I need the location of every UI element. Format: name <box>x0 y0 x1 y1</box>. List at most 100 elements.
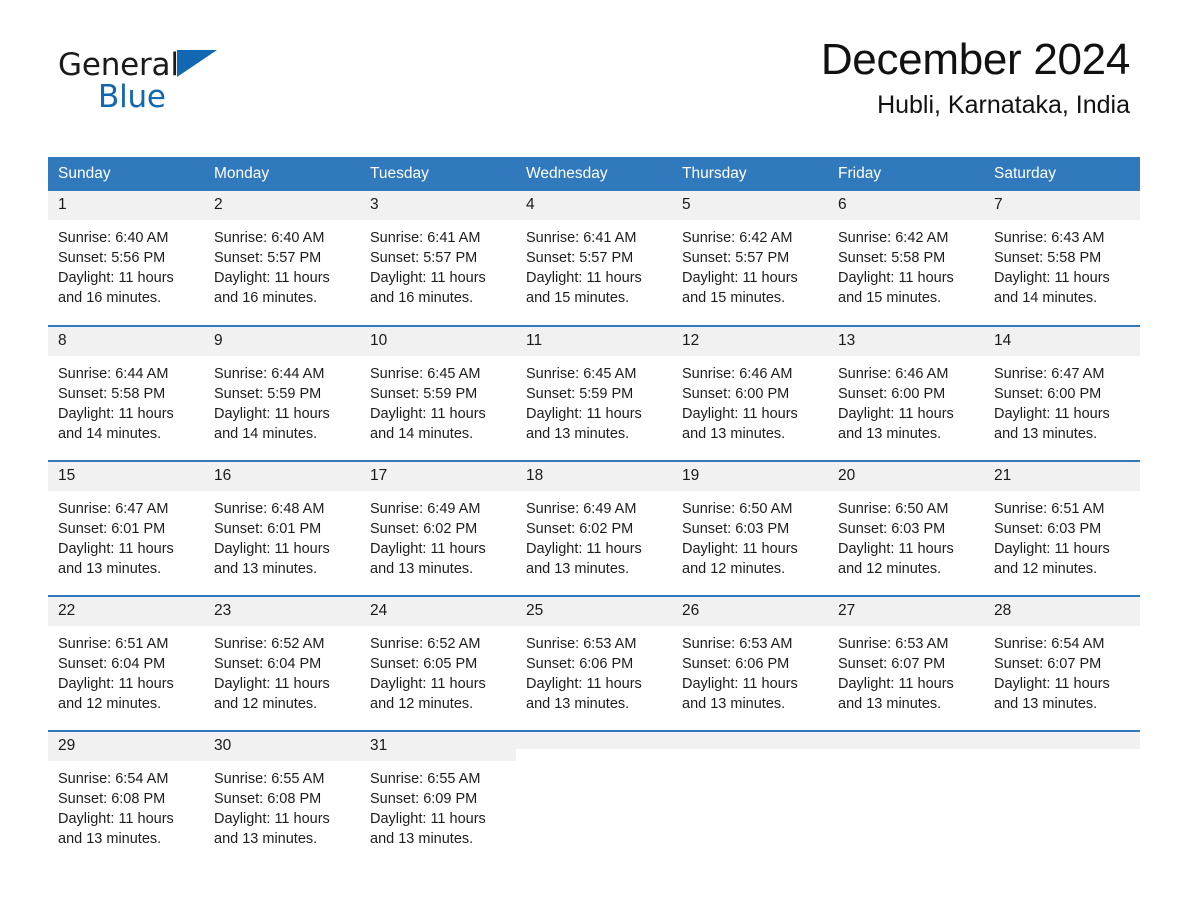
day-number: 23 <box>204 597 360 627</box>
sunrise-text: Sunrise: 6:43 AM <box>994 230 1105 247</box>
calendar-day-cell-empty <box>984 730 1140 866</box>
daylight-text: Daylight: 11 hours and 13 minutes. <box>370 541 486 578</box>
location-subtitle: Hubli, Karnataka, India <box>877 91 1130 120</box>
calendar-day-cell[interactable]: 18 Sunrise: 6:49 AM Sunset: 6:02 PM Dayligh… <box>516 460 672 596</box>
calendar-weekday-header: Sunday Monday Tuesday Wednesday Thursday… <box>48 157 1140 191</box>
sunset-text: Sunset: 6:02 PM <box>370 521 478 538</box>
sunset-text: Sunset: 5:57 PM <box>526 250 634 267</box>
calendar-day-cell[interactable]: 23 Sunrise: 6:52 AM Sunset: 6:04 PM Dayligh… <box>204 595 360 731</box>
calendar-day-cell[interactable]: 31 Sunrise: 6:55 AM Sunset: 6:09 PM Dayligh… <box>360 730 516 866</box>
calendar-day-cell[interactable]: 12 Sunrise: 6:46 AM Sunset: 6:00 PM Dayligh… <box>672 325 828 461</box>
daylight-text: Daylight: 11 hours and 15 minutes. <box>526 270 642 307</box>
calendar-day-cell[interactable]: 21 Sunrise: 6:51 AM Sunset: 6:03 PM Dayligh… <box>984 460 1140 596</box>
day-details: Sunrise: 6:44 AM Sunset: 5:58 PM Daylight:… <box>48 356 204 444</box>
calendar-day-cell[interactable]: 13 Sunrise: 6:46 AM Sunset: 6:00 PM Dayligh… <box>828 325 984 461</box>
sunrise-text: Sunrise: 6:53 AM <box>682 636 793 653</box>
day-number: 13 <box>828 327 984 357</box>
sunset-text: Sunset: 5:59 PM <box>370 386 478 403</box>
sunset-text: Sunset: 5:58 PM <box>994 250 1102 267</box>
day-number <box>828 732 984 749</box>
calendar-day-cell-empty <box>828 730 984 866</box>
sunrise-text: Sunrise: 6:51 AM <box>994 501 1105 518</box>
calendar-day-cell[interactable]: 3 Sunrise: 6:41 AM Sunset: 5:57 PM Daylight… <box>360 191 516 326</box>
daylight-text: Daylight: 11 hours and 14 minutes. <box>58 406 174 443</box>
day-number: 15 <box>48 462 204 492</box>
day-number <box>516 732 672 749</box>
logo-text-general: General <box>58 50 217 81</box>
sunset-text: Sunset: 5:58 PM <box>838 250 946 267</box>
day-number: 28 <box>984 597 1140 627</box>
sunset-text: Sunset: 6:01 PM <box>58 521 166 538</box>
calendar-day-cell[interactable]: 11 Sunrise: 6:45 AM Sunset: 5:59 PM Dayligh… <box>516 325 672 461</box>
sunrise-text: Sunrise: 6:54 AM <box>994 636 1105 653</box>
sunset-text: Sunset: 6:04 PM <box>214 656 322 673</box>
calendar-day-cell[interactable]: 10 Sunrise: 6:45 AM Sunset: 5:59 PM Dayligh… <box>360 325 516 461</box>
calendar-day-cell[interactable]: 1 Sunrise: 6:40 AM Sunset: 5:56 PM Daylight… <box>48 191 204 326</box>
calendar-day-cell[interactable]: 14 Sunrise: 6:47 AM Sunset: 6:00 PM Dayligh… <box>984 325 1140 461</box>
calendar-day-cell[interactable]: 30 Sunrise: 6:55 AM Sunset: 6:08 PM Dayligh… <box>204 730 360 866</box>
daylight-text: Daylight: 11 hours and 12 minutes. <box>682 541 798 578</box>
day-number: 10 <box>360 327 516 357</box>
calendar-day-cell[interactable]: 15 Sunrise: 6:47 AM Sunset: 6:01 PM Dayligh… <box>48 460 204 596</box>
calendar-day-cell[interactable]: 26 Sunrise: 6:53 AM Sunset: 6:06 PM Dayligh… <box>672 595 828 731</box>
day-details: Sunrise: 6:49 AM Sunset: 6:02 PM Daylight:… <box>360 491 516 579</box>
calendar-day-cell[interactable]: 2 Sunrise: 6:40 AM Sunset: 5:57 PM Daylight… <box>204 191 360 326</box>
logo-text-blue: Blue <box>98 79 166 115</box>
day-details: Sunrise: 6:47 AM Sunset: 6:01 PM Daylight:… <box>48 491 204 579</box>
day-number <box>672 732 828 749</box>
calendar-day-cell[interactable]: 22 Sunrise: 6:51 AM Sunset: 6:04 PM Dayligh… <box>48 595 204 731</box>
title-block: December 2024 Hubli, Karnataka, India <box>821 35 1130 120</box>
sunrise-text: Sunrise: 6:40 AM <box>214 230 325 247</box>
day-number: 16 <box>204 462 360 492</box>
day-details: Sunrise: 6:43 AM Sunset: 5:58 PM Daylight:… <box>984 220 1140 308</box>
calendar-page: General Blue December 2024 Hubli, Karnat… <box>0 0 1188 918</box>
calendar-day-cell[interactable]: 25 Sunrise: 6:53 AM Sunset: 6:06 PM Dayligh… <box>516 595 672 731</box>
day-details: Sunrise: 6:53 AM Sunset: 6:06 PM Daylight:… <box>672 626 828 714</box>
calendar-day-cell[interactable]: 4 Sunrise: 6:41 AM Sunset: 5:57 PM Daylight… <box>516 191 672 326</box>
daylight-text: Daylight: 11 hours and 13 minutes. <box>994 676 1110 713</box>
weekday-header-tuesday: Tuesday <box>360 157 516 191</box>
weekday-header-saturday: Saturday <box>984 157 1140 191</box>
calendar-day-cell[interactable]: 19 Sunrise: 6:50 AM Sunset: 6:03 PM Dayligh… <box>672 460 828 596</box>
calendar-week-row: 15 Sunrise: 6:47 AM Sunset: 6:01 PM Dayligh… <box>48 460 1140 596</box>
calendar-day-cell[interactable]: 29 Sunrise: 6:54 AM Sunset: 6:08 PM Dayligh… <box>48 730 204 866</box>
calendar-day-cell[interactable]: 17 Sunrise: 6:49 AM Sunset: 6:02 PM Dayligh… <box>360 460 516 596</box>
general-blue-logo[interactable]: General Blue <box>58 50 217 113</box>
calendar-day-cell[interactable]: 24 Sunrise: 6:52 AM Sunset: 6:05 PM Dayligh… <box>360 595 516 731</box>
calendar-day-cell[interactable]: 27 Sunrise: 6:53 AM Sunset: 6:07 PM Dayligh… <box>828 595 984 731</box>
day-details: Sunrise: 6:54 AM Sunset: 6:07 PM Daylight:… <box>984 626 1140 714</box>
day-details: Sunrise: 6:45 AM Sunset: 5:59 PM Daylight:… <box>516 356 672 444</box>
calendar-day-cell[interactable]: 16 Sunrise: 6:48 AM Sunset: 6:01 PM Dayligh… <box>204 460 360 596</box>
day-details: Sunrise: 6:53 AM Sunset: 6:06 PM Daylight:… <box>516 626 672 714</box>
calendar-week-row: 8 Sunrise: 6:44 AM Sunset: 5:58 PM Daylight… <box>48 325 1140 461</box>
sunrise-text: Sunrise: 6:45 AM <box>370 366 481 383</box>
sunset-text: Sunset: 6:07 PM <box>838 656 946 673</box>
sunrise-text: Sunrise: 6:52 AM <box>370 636 481 653</box>
day-details: Sunrise: 6:44 AM Sunset: 5:59 PM Daylight:… <box>204 356 360 444</box>
day-number: 31 <box>360 732 516 762</box>
daylight-text: Daylight: 11 hours and 14 minutes. <box>214 406 330 443</box>
sunset-text: Sunset: 6:03 PM <box>838 521 946 538</box>
daylight-text: Daylight: 11 hours and 16 minutes. <box>214 270 330 307</box>
calendar-day-cell[interactable]: 5 Sunrise: 6:42 AM Sunset: 5:57 PM Daylight… <box>672 191 828 326</box>
calendar-day-cell[interactable]: 6 Sunrise: 6:42 AM Sunset: 5:58 PM Daylight… <box>828 191 984 326</box>
sunset-text: Sunset: 6:00 PM <box>994 386 1102 403</box>
calendar-day-cell[interactable]: 28 Sunrise: 6:54 AM Sunset: 6:07 PM Dayligh… <box>984 595 1140 731</box>
sunrise-text: Sunrise: 6:46 AM <box>838 366 949 383</box>
day-number: 17 <box>360 462 516 492</box>
sunrise-text: Sunrise: 6:55 AM <box>370 771 481 788</box>
calendar-day-cell[interactable]: 8 Sunrise: 6:44 AM Sunset: 5:58 PM Daylight… <box>48 325 204 461</box>
calendar-day-cell[interactable]: 9 Sunrise: 6:44 AM Sunset: 5:59 PM Daylight… <box>204 325 360 461</box>
calendar-day-cell[interactable]: 20 Sunrise: 6:50 AM Sunset: 6:03 PM Dayligh… <box>828 460 984 596</box>
calendar-day-cell-empty <box>672 730 828 866</box>
day-details: Sunrise: 6:55 AM Sunset: 6:08 PM Daylight:… <box>204 761 360 849</box>
daylight-text: Daylight: 11 hours and 13 minutes. <box>58 541 174 578</box>
day-details: Sunrise: 6:42 AM Sunset: 5:57 PM Daylight:… <box>672 220 828 308</box>
sunset-text: Sunset: 5:57 PM <box>214 250 322 267</box>
daylight-text: Daylight: 11 hours and 13 minutes. <box>214 811 330 848</box>
day-number: 30 <box>204 732 360 762</box>
calendar-table: Sunday Monday Tuesday Wednesday Thursday… <box>48 157 1140 866</box>
sunset-text: Sunset: 6:06 PM <box>682 656 790 673</box>
daylight-text: Daylight: 11 hours and 16 minutes. <box>58 270 174 307</box>
calendar-day-cell[interactable]: 7 Sunrise: 6:43 AM Sunset: 5:58 PM Daylight… <box>984 191 1140 326</box>
